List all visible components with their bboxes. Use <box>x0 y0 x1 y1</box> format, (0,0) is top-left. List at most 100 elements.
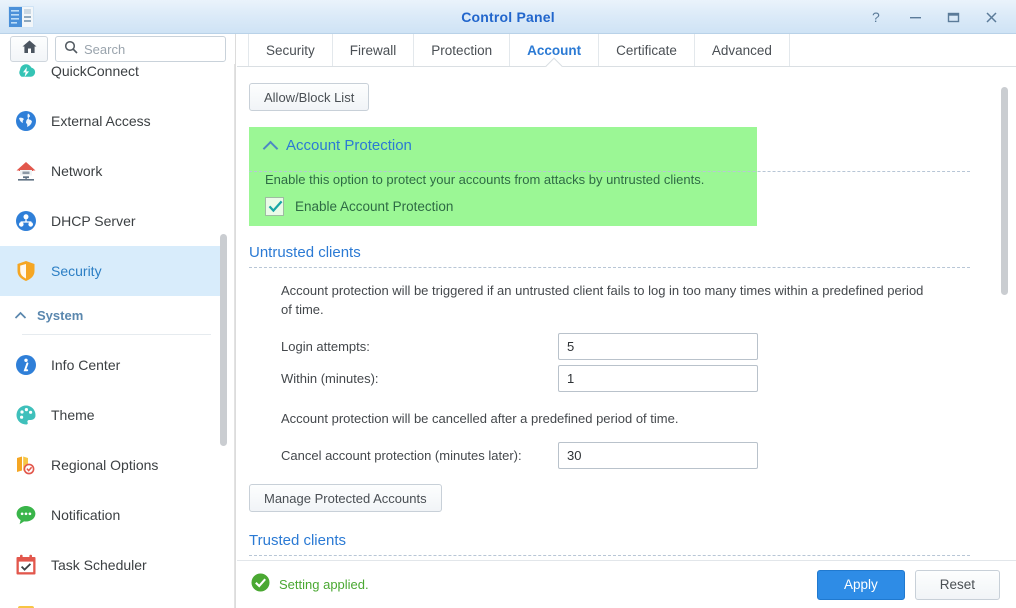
cancel-protection-row: Cancel account protection (minutes later… <box>237 442 1016 469</box>
apply-button[interactable]: Apply <box>816 569 905 600</box>
cancel-protection-description: Account protection will be cancelled aft… <box>281 411 679 426</box>
sidebar-item-label: Theme <box>51 407 95 423</box>
content-scrollbar-thumb[interactable] <box>1001 87 1008 295</box>
login-attempts-label: Login attempts: <box>281 339 370 354</box>
sidebar-item-partial-next[interactable] <box>0 590 221 608</box>
account-protection-description: Enable this option to protect your accou… <box>265 172 705 187</box>
account-protection-header[interactable]: Account Protection <box>249 137 757 162</box>
reset-button[interactable]: Reset <box>914 569 1000 600</box>
home-button[interactable] <box>10 36 48 62</box>
tab-label: Certificate <box>616 42 677 58</box>
sidebar-item-label: Info Center <box>51 357 121 373</box>
info-icon <box>14 353 38 377</box>
sidebar-item-info-center[interactable]: Info Center <box>0 340 221 390</box>
manage-protected-accounts-button[interactable]: Manage Protected Accounts <box>249 484 442 512</box>
search-placeholder: Search <box>84 41 126 57</box>
sidebar-item-network[interactable]: Network <box>0 146 221 196</box>
footer-bar: Setting applied. Apply Reset <box>237 560 1016 608</box>
allow-block-list-label: Allow/Block List <box>264 89 355 105</box>
sidebar-item-label: External Access <box>51 113 151 129</box>
tab-account[interactable]: Account <box>510 34 600 66</box>
sidebar-group-label: System <box>37 307 84 323</box>
sidebar: Search QuickConnect External Access Netw… <box>0 34 236 608</box>
tab-protection[interactable]: Protection <box>414 34 511 66</box>
untrusted-clients-divider <box>249 267 970 268</box>
minimize-button[interactable] <box>898 2 932 32</box>
within-minutes-value: 1 <box>567 371 575 386</box>
reset-label: Reset <box>939 577 975 592</box>
enable-account-protection-checkbox[interactable]: Enable Account Protection <box>249 187 757 216</box>
cancel-protection-input[interactable]: 30 <box>558 442 758 469</box>
sidebar-item-label: QuickConnect <box>51 64 139 79</box>
sidebar-item-quickconnect[interactable]: QuickConnect <box>0 64 221 96</box>
content-scrollbar[interactable] <box>1001 71 1008 569</box>
sidebar-item-regional-options[interactable]: Regional Options <box>0 440 221 490</box>
network-house-icon <box>14 159 38 183</box>
sidebar-item-external-access[interactable]: External Access <box>0 96 221 146</box>
within-minutes-input[interactable]: 1 <box>558 365 758 392</box>
status-message: Setting applied. <box>251 573 369 597</box>
sidebar-item-theme[interactable]: Theme <box>0 390 221 440</box>
partial-next-icon <box>14 603 38 608</box>
cancel-protection-label: Cancel account protection (minutes later… <box>281 448 522 463</box>
allow-block-list-button[interactable]: Allow/Block List <box>249 83 370 111</box>
chevron-up-icon <box>265 140 277 152</box>
close-button[interactable] <box>974 2 1008 32</box>
title-bar: Control Panel ? <box>0 0 1016 34</box>
login-attempts-row: Login attempts: 5 <box>237 333 1016 360</box>
tab-security[interactable]: Security <box>248 34 333 66</box>
tab-label: Advanced <box>711 42 772 58</box>
tab-label: Protection <box>431 42 493 58</box>
content-panel: Security Firewall Protection Account Cer… <box>237 34 1016 608</box>
tab-advanced[interactable]: Advanced <box>695 34 790 66</box>
sidebar-item-dhcp-server[interactable]: DHCP Server <box>0 196 221 246</box>
account-protection-section: Account Protection Enable this option to… <box>249 127 757 226</box>
login-attempts-value: 5 <box>567 339 575 354</box>
sidebar-item-label: Regional Options <box>51 457 159 473</box>
help-button[interactable]: ? <box>860 2 894 32</box>
status-text: Setting applied. <box>279 577 369 592</box>
success-check-icon <box>251 573 270 597</box>
tab-certificate[interactable]: Certificate <box>599 34 695 66</box>
sidebar-divider <box>22 334 211 335</box>
sidebar-group-system[interactable]: System <box>0 296 221 334</box>
untrusted-clients-title: Untrusted clients <box>249 244 361 261</box>
tab-firewall[interactable]: Firewall <box>333 34 415 66</box>
tab-label: Firewall <box>349 42 397 58</box>
sidebar-item-security[interactable]: Security <box>0 246 221 296</box>
tab-label: Account <box>527 42 582 58</box>
sidebar-item-label: DHCP Server <box>51 213 136 229</box>
checkbox-box <box>265 197 284 216</box>
untrusted-clients-description: Account protection will be triggered if … <box>281 283 924 317</box>
shield-icon <box>14 259 38 283</box>
sidebar-scrollbar[interactable] <box>220 64 227 608</box>
sidebar-item-task-scheduler[interactable]: Task Scheduler <box>0 540 221 590</box>
search-input[interactable]: Search <box>55 36 226 62</box>
regional-options-icon <box>14 453 38 477</box>
dhcp-server-icon <box>14 209 38 233</box>
sidebar-item-label: Notification <box>51 507 121 523</box>
within-minutes-label: Within (minutes): <box>281 371 379 386</box>
account-protection-divider <box>249 171 970 172</box>
footer-buttons: Apply Reset <box>816 569 1000 600</box>
sidebar-scroll-area: QuickConnect External Access Network DHC… <box>0 64 235 608</box>
maximize-button[interactable] <box>936 2 970 32</box>
cancel-protection-value: 30 <box>567 448 582 463</box>
sidebar-item-notification[interactable]: Notification <box>0 490 221 540</box>
svg-text:?: ? <box>872 10 880 24</box>
login-attempts-input[interactable]: 5 <box>558 333 758 360</box>
quickconnect-icon <box>14 64 38 83</box>
sidebar-item-label: Task Scheduler <box>51 557 147 573</box>
apply-label: Apply <box>843 577 878 592</box>
sidebar-toolbar: Search <box>0 34 235 64</box>
tab-label: Security <box>266 42 315 58</box>
settings-scroll-area: Allow/Block List Account Protection Enab… <box>237 67 1016 573</box>
sidebar-item-label: Network <box>51 163 103 179</box>
checkbox-label: Enable Account Protection <box>295 199 454 214</box>
sidebar-right-border <box>234 34 235 608</box>
calendar-check-icon <box>14 553 38 577</box>
untrusted-clients-section: Untrusted clients Account protection wil… <box>237 244 1016 512</box>
sidebar-scrollbar-thumb[interactable] <box>220 234 227 446</box>
account-protection-title: Account Protection <box>286 137 412 154</box>
chevron-up-icon <box>14 308 27 323</box>
